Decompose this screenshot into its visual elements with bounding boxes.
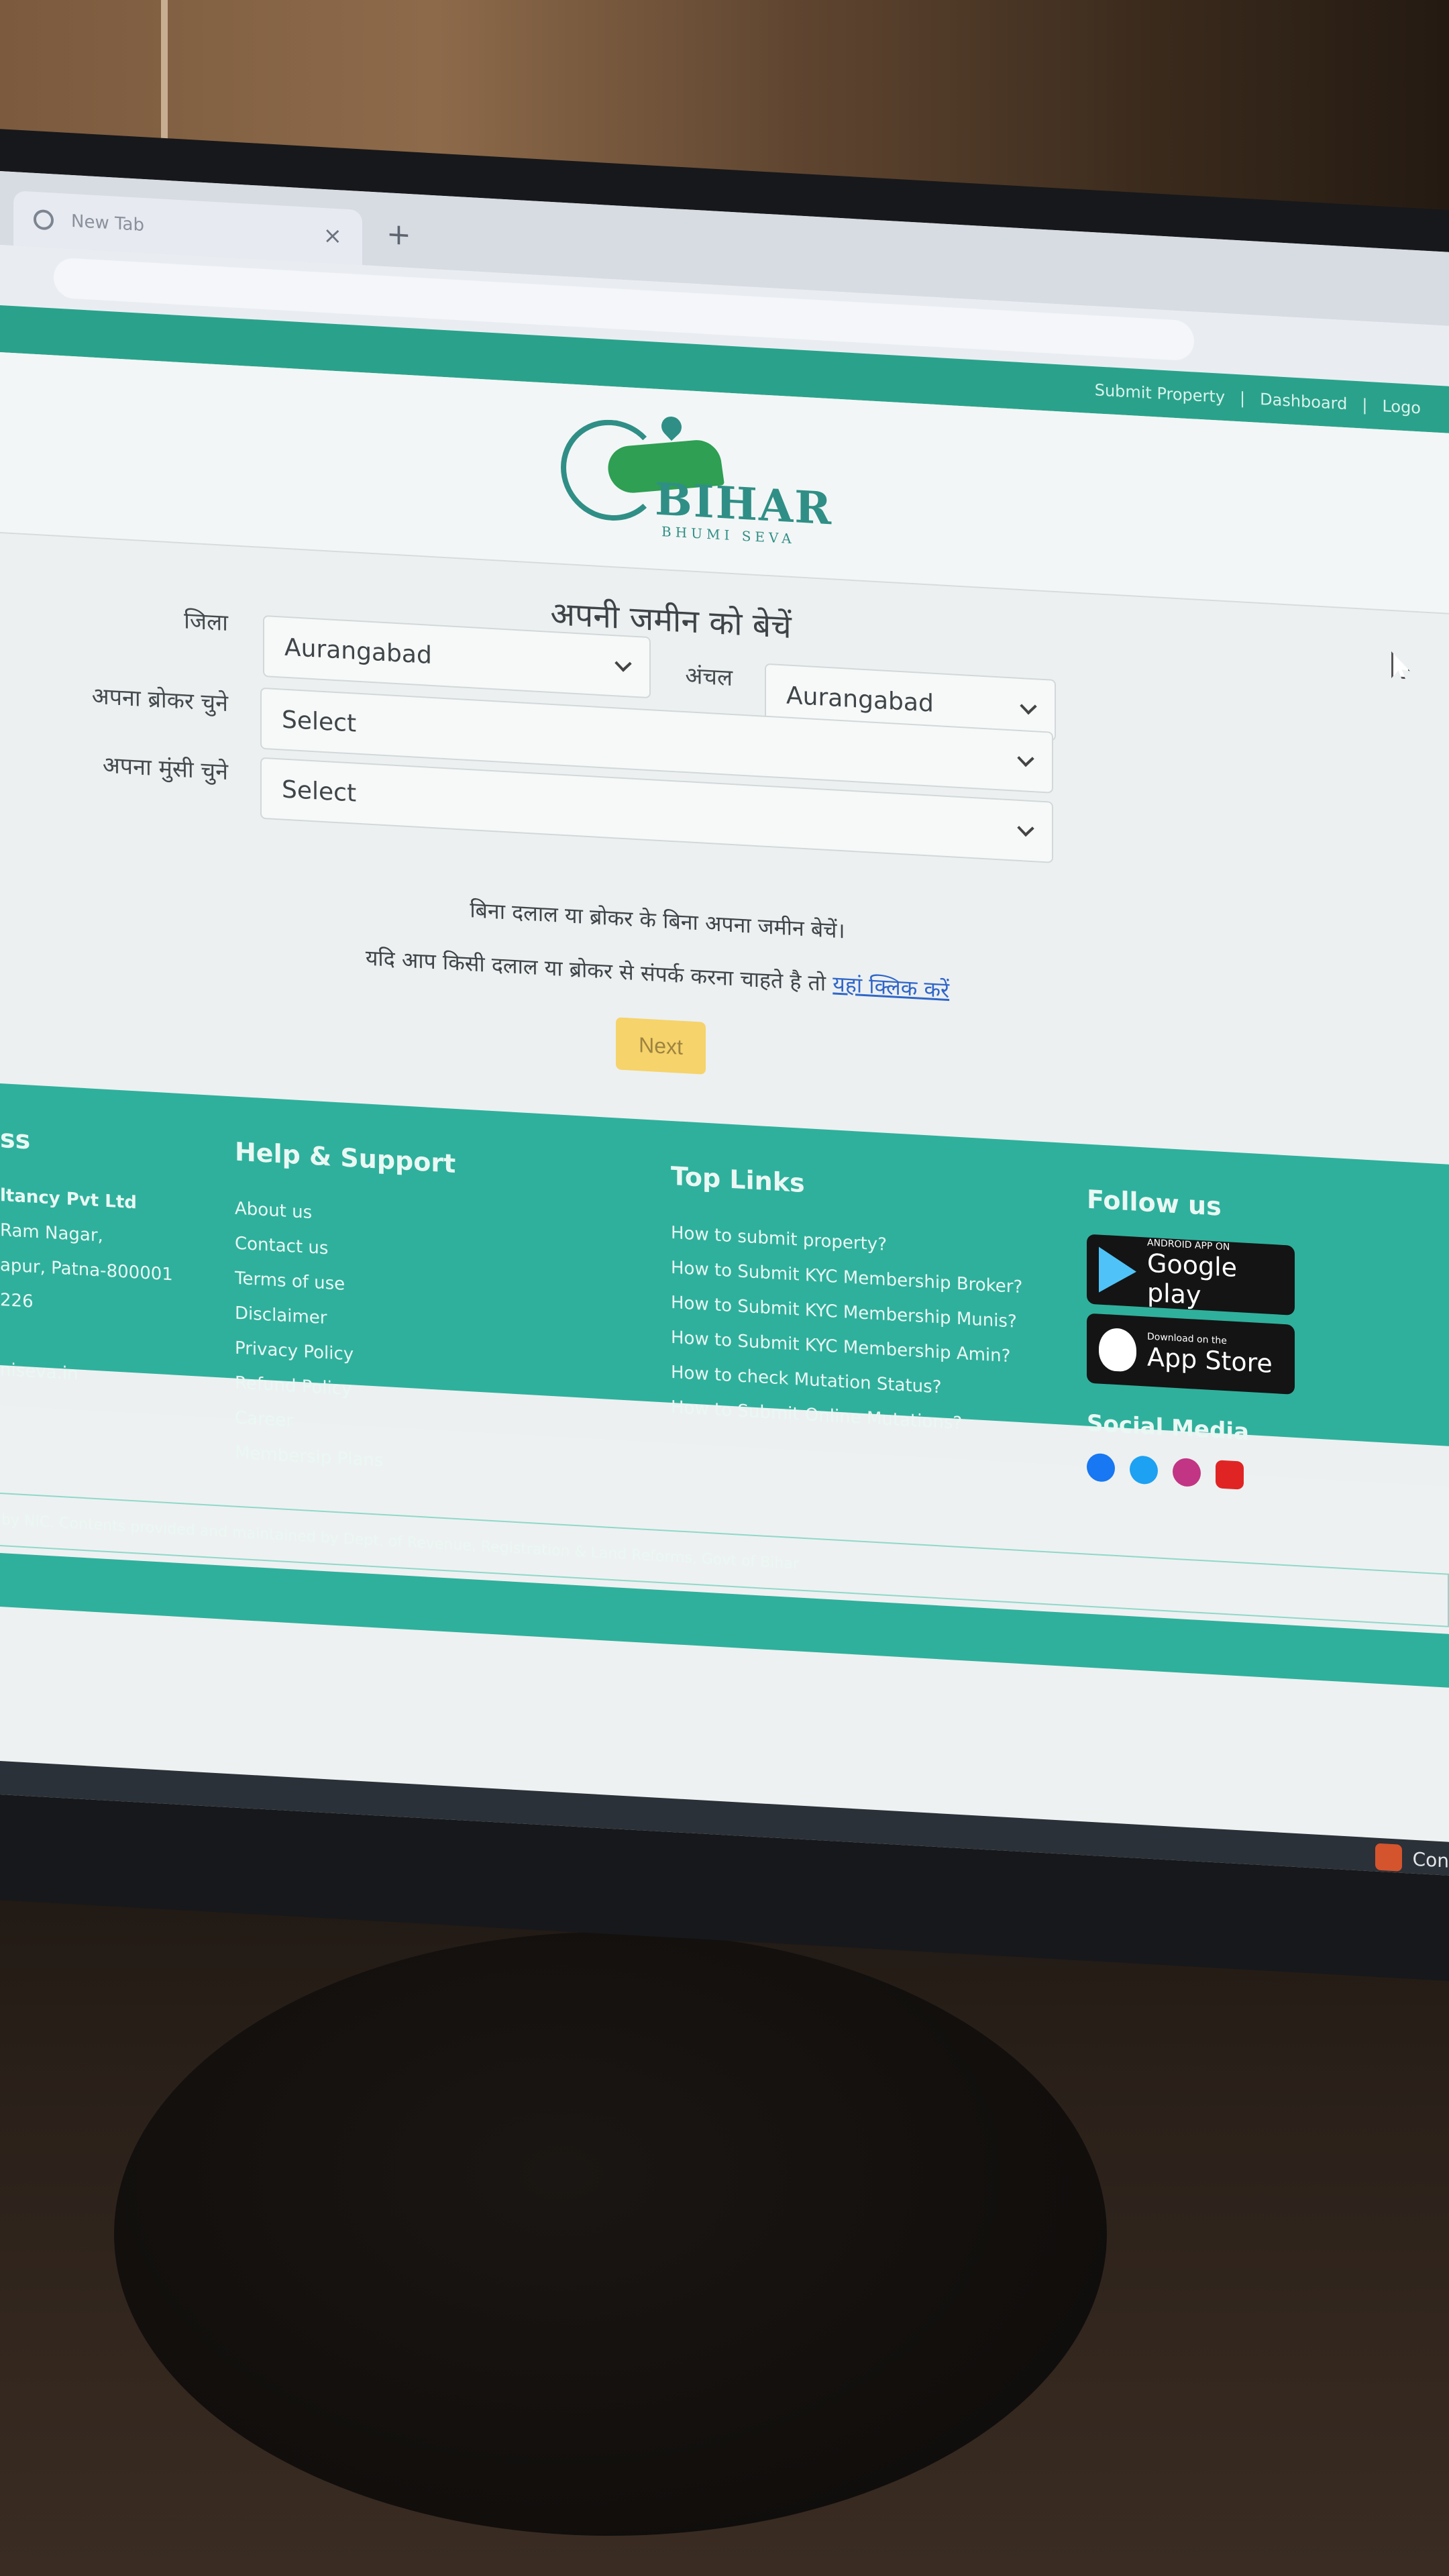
- google-play-icon: [1099, 1246, 1136, 1295]
- monitor-stand: [114, 1932, 1107, 2536]
- logout-link[interactable]: Logo: [1382, 396, 1421, 417]
- munshi-label: अपना मुंसी चुने: [102, 751, 228, 786]
- close-icon[interactable]: ×: [323, 222, 343, 250]
- contact-us-link[interactable]: Contact us: [235, 1234, 455, 1266]
- address-line: Ram Nagar,: [0, 1220, 103, 1246]
- apple-icon: [1099, 1327, 1136, 1373]
- youtube-icon[interactable]: [1216, 1460, 1244, 1490]
- follow-heading: Follow us: [1087, 1184, 1222, 1222]
- broker-label: अपना ब्रोकर चुने: [91, 682, 228, 718]
- refund-policy-link[interactable]: Refund Policy: [235, 1373, 455, 1405]
- district-selected-value: Aurangabad: [284, 633, 432, 669]
- address-line: 226: [0, 1290, 34, 1312]
- munshi-selected-value: Select: [282, 775, 357, 808]
- top-link[interactable]: How to submit property?: [671, 1223, 1022, 1263]
- footer-top-links-column: Top Links How to submit property? How to…: [671, 1161, 1022, 1452]
- tray-text: Con: [1412, 1847, 1449, 1872]
- app-tray-icon[interactable]: [1375, 1843, 1402, 1872]
- monitor-screen: New Tab × + Submit Property | Dashboard …: [0, 171, 1449, 1876]
- location-pin-icon: [657, 412, 686, 441]
- dashboard-link[interactable]: Dashboard: [1260, 390, 1347, 413]
- google-play-big-text: Google play: [1147, 1248, 1238, 1311]
- instagram-icon[interactable]: [1173, 1457, 1201, 1488]
- footer-help-column: Help & Support About us Contact us Terms…: [235, 1137, 455, 1490]
- address-line: ltancy Pvt Ltd: [0, 1185, 137, 1214]
- chevron-down-icon: [1017, 819, 1034, 837]
- app-store-button[interactable]: Download on the App Store: [1087, 1313, 1295, 1395]
- twitter-icon[interactable]: [1130, 1455, 1158, 1485]
- new-tab-button[interactable]: +: [386, 217, 411, 252]
- top-link[interactable]: How to Submit KYC Membership Amin?: [671, 1328, 1022, 1367]
- click-here-link[interactable]: यहां क्लिक करें: [833, 971, 949, 1003]
- top-link[interactable]: How to Submit KYC Membership Munis?: [671, 1293, 1022, 1332]
- top-links-heading: Top Links: [671, 1161, 805, 1199]
- chevron-down-icon: [1020, 697, 1037, 715]
- membership-plans-link[interactable]: Membersip Plans: [235, 1443, 455, 1475]
- tab-title: New Tab: [71, 211, 144, 236]
- privacy-policy-link[interactable]: Privacy Policy: [235, 1338, 455, 1371]
- system-tray: Con: [1375, 1843, 1449, 1874]
- next-button[interactable]: Next: [616, 1017, 706, 1075]
- facebook-icon[interactable]: [1087, 1452, 1115, 1483]
- circle-selected-value: Aurangabad: [786, 682, 934, 718]
- address-heading: ss: [0, 1124, 31, 1155]
- google-play-button[interactable]: ANDROID APP ON Google play: [1087, 1234, 1295, 1316]
- bihar-bhumi-seva-logo[interactable]: BIHAR BHUMI SEVA: [561, 411, 833, 551]
- help-heading: Help & Support: [235, 1136, 456, 1179]
- address-line: apur, Patna-800001: [0, 1255, 173, 1285]
- info-text-2-prefix: यदि आप किसी दलाल या ब्रोकर से संपर्क करन…: [365, 945, 833, 997]
- broker-selected-value: Select: [282, 705, 357, 738]
- career-link[interactable]: Career: [235, 1408, 455, 1440]
- globe-icon: [34, 209, 54, 231]
- address-line: [0, 1325, 173, 1354]
- disclaimer-link[interactable]: Disclaimer: [235, 1303, 455, 1336]
- website-link[interactable]: niseva.in: [0, 1360, 173, 1389]
- top-link[interactable]: How to Submit Online Mutations?: [671, 1397, 1022, 1437]
- submit-property-link[interactable]: Submit Property: [1095, 380, 1225, 407]
- nav-separator: |: [1240, 388, 1246, 408]
- top-link[interactable]: How to Submit KYC Membership Broker?: [671, 1258, 1022, 1297]
- chevron-down-icon: [1017, 749, 1034, 767]
- terms-link[interactable]: Terms of use: [235, 1269, 455, 1301]
- footer-follow-column: Follow us ANDROID APP ON Google play Dow…: [1087, 1185, 1295, 1493]
- about-us-link[interactable]: About us: [235, 1199, 455, 1231]
- website: Submit Property | Dashboard | Logo BIHAR…: [0, 305, 1449, 1688]
- top-link[interactable]: How to check Mutation Status?: [671, 1362, 1022, 1402]
- social-media-heading: Social Media: [1087, 1409, 1249, 1446]
- nav-separator: |: [1362, 395, 1368, 415]
- app-store-big-text: App Store: [1147, 1342, 1273, 1379]
- social-icons: [1087, 1452, 1295, 1493]
- footer-address-column: ss ltancy Pvt Ltd Ram Nagar, apur, Patna…: [0, 1124, 173, 1404]
